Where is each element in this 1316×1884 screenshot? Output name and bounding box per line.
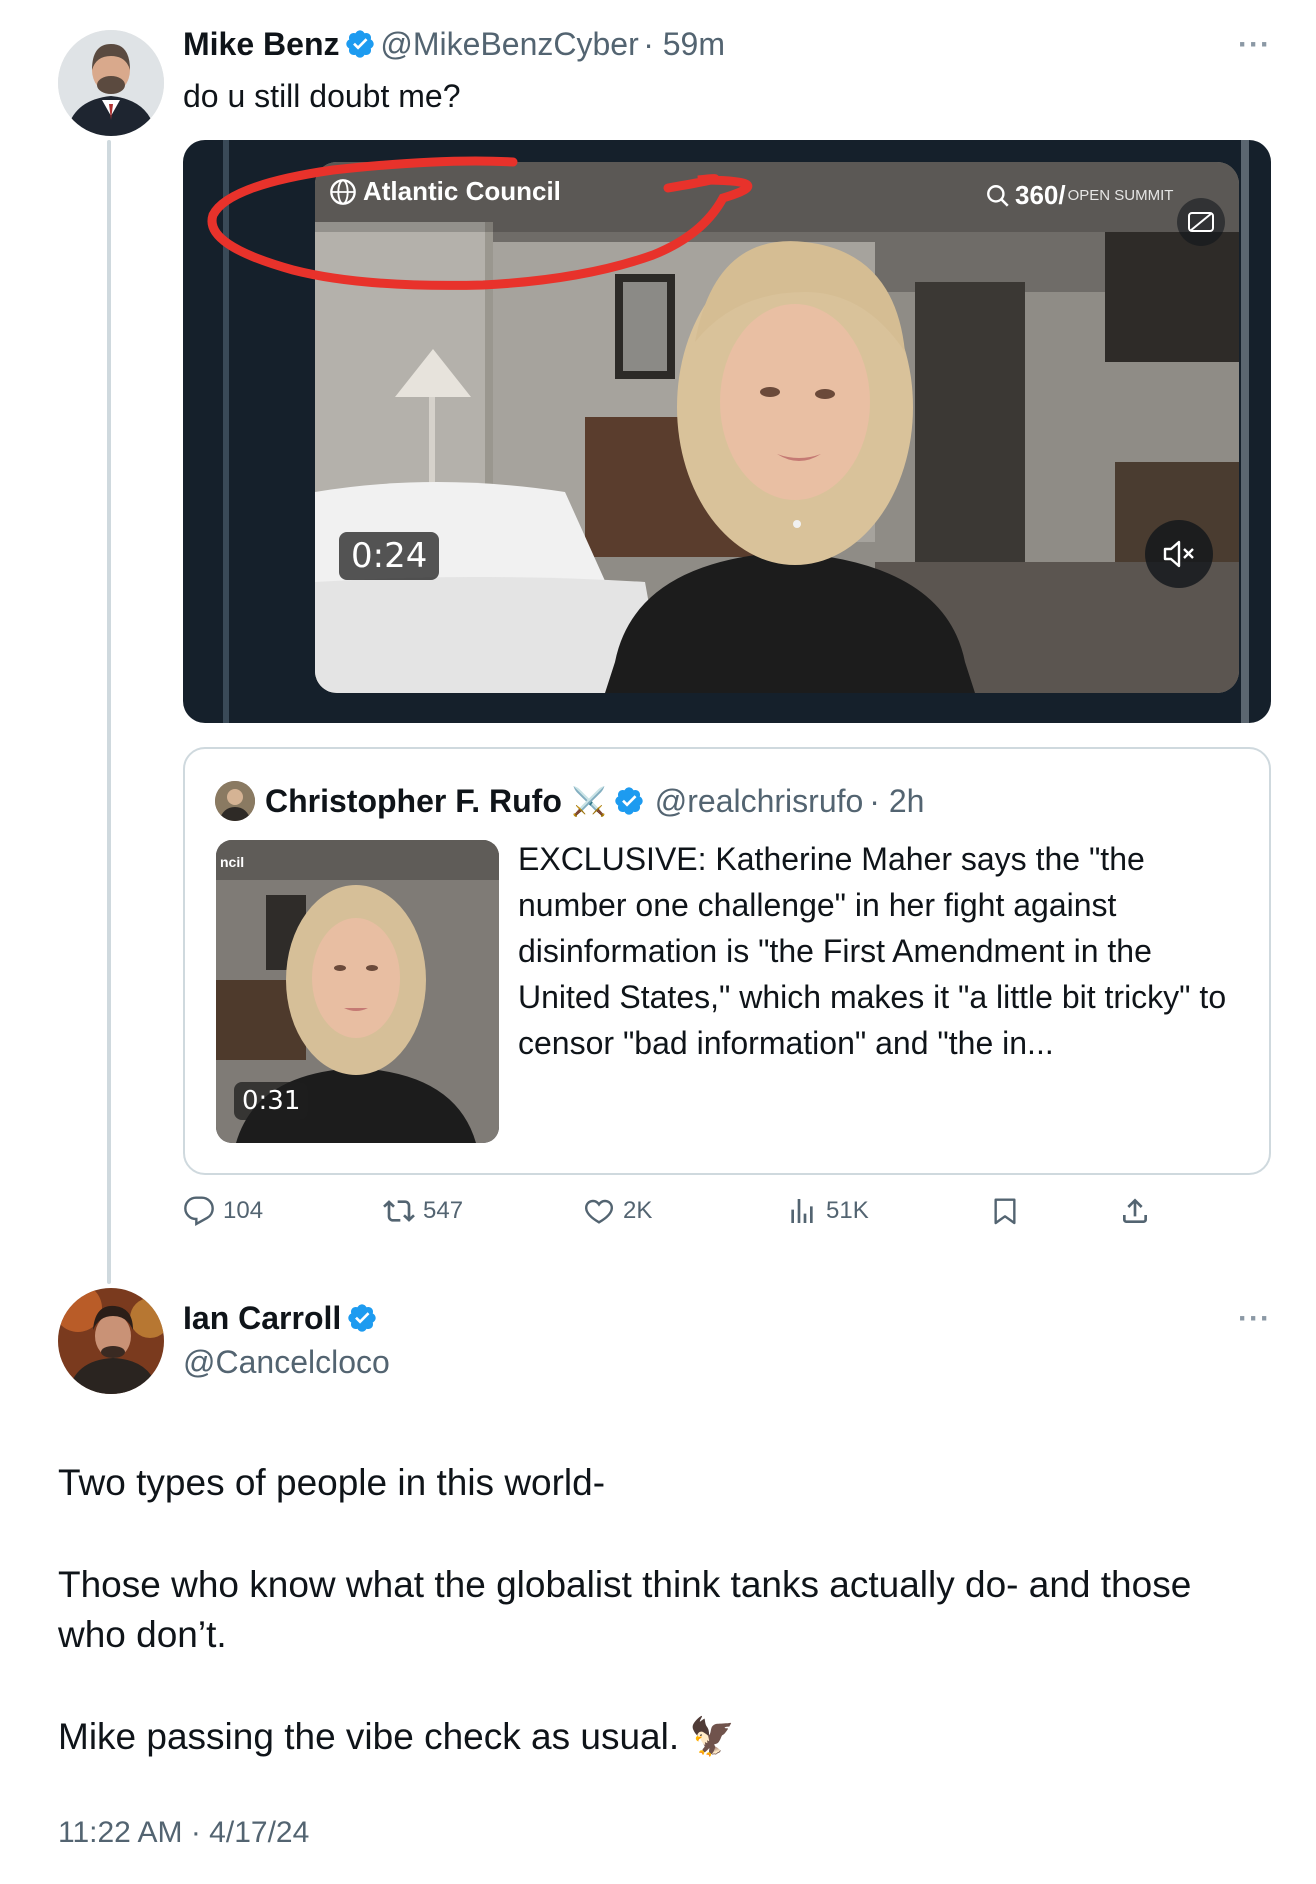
bookmark-button[interactable] [989, 1195, 1029, 1227]
quote-time[interactable]: · 2h [869, 783, 924, 820]
share-icon [1123, 1198, 1147, 1223]
crossed-swords-icon: ⚔️ [571, 785, 607, 817]
retweet-icon [383, 1200, 415, 1222]
thread-line [107, 140, 111, 1284]
avatar[interactable] [58, 1288, 164, 1394]
like-count: 2K [623, 1197, 653, 1224]
avatar-image [58, 1288, 164, 1394]
author-handle[interactable]: @Cancelcloco [183, 1344, 390, 1381]
views-count: 51K [826, 1197, 869, 1224]
red-annotation-circle [207, 156, 753, 290]
quote-avatar[interactable] [215, 781, 255, 821]
tweet-body-paragraph: Two types of people in this world- [58, 1462, 606, 1503]
verified-badge-icon [346, 30, 374, 58]
retweet-count: 547 [423, 1197, 464, 1224]
video-player[interactable]: Atlantic Council 360/ OPEN SUMMIT 0:24 [183, 140, 1271, 723]
verified-badge-icon [348, 1304, 376, 1332]
views-button[interactable]: 51K [786, 1195, 869, 1227]
quote-author-name[interactable]: Christopher F. Rufo [265, 783, 562, 820]
avatar-image [58, 30, 164, 136]
verified-badge-icon [615, 787, 643, 815]
author-name[interactable]: Mike Benz [183, 26, 339, 62]
quote-avatar-image [215, 781, 255, 821]
tweet-actions: 104 547 2K 51K [183, 1195, 1183, 1235]
tweet2-header: Ian Carroll [183, 1300, 378, 1337]
reply-count: 104 [223, 1197, 264, 1224]
quote-header: Christopher F. Rufo ⚔️ @realchrisrufo · … [215, 781, 924, 821]
quoted-tweet[interactable]: Christopher F. Rufo ⚔️ @realchrisrufo · … [183, 747, 1271, 1175]
tweet-header: Mike Benz @MikeBenzCyber · 59m [183, 26, 725, 63]
avatar[interactable] [58, 30, 164, 136]
heart-icon [584, 1199, 614, 1224]
like-button[interactable]: 2K [583, 1195, 652, 1227]
quote-text: EXCLUSIVE: Katherine Maher says the "the… [518, 841, 1227, 1061]
views-bar-chart-icon [791, 1199, 813, 1223]
retweet-button[interactable]: 547 [383, 1195, 463, 1227]
more-options-icon[interactable]: ··· [1238, 1302, 1271, 1336]
tweet-body-paragraph: Those who know what the globalist think … [58, 1564, 1192, 1655]
tweet-timestamp[interactable]: 11:22 AM · 4/17/24 [58, 1816, 309, 1850]
more-options-icon[interactable]: ··· [1238, 28, 1271, 62]
bookmark-icon [994, 1198, 1016, 1225]
author-handle[interactable]: @MikeBenzCyber [380, 26, 638, 62]
quote-handle[interactable]: @realchrisrufo [655, 783, 864, 820]
quote-video-thumbnail[interactable]: ncil 0:31 [216, 840, 499, 1143]
reply-icon [184, 1196, 214, 1226]
tweet-time[interactable]: · 59m [643, 26, 725, 62]
author-name[interactable]: Ian Carroll [183, 1300, 341, 1336]
tweet-text: do u still doubt me? [183, 78, 461, 114]
reply-button[interactable]: 104 [183, 1195, 263, 1227]
quote-video-duration: 0:31 [234, 1082, 309, 1120]
tweet-body-paragraph: Mike passing the vibe check as usual. 🦅 [58, 1716, 736, 1757]
share-button[interactable] [1119, 1195, 1159, 1227]
quote-thumb-overlay-text: ncil [220, 854, 245, 870]
